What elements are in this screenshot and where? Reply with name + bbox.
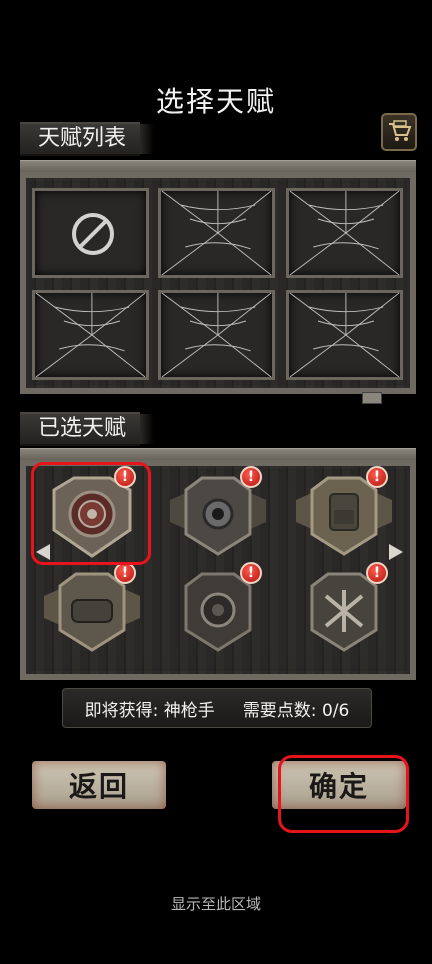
display-area-hint: 显示至此区域 xyxy=(170,895,261,913)
talent-slot-locked xyxy=(158,188,275,278)
crate-hinge xyxy=(362,392,382,404)
talent-slot-empty[interactable] xyxy=(32,188,149,278)
selected-talents-label: 已选天赋 xyxy=(20,412,155,446)
cobweb-icon xyxy=(161,293,272,377)
talent-slot-locked xyxy=(286,290,403,380)
talent-core[interactable]: ! xyxy=(170,562,266,656)
back-button[interactable]: 返回 xyxy=(32,761,166,809)
ban-icon xyxy=(72,213,114,255)
cobweb-icon xyxy=(35,293,146,377)
cobweb-icon xyxy=(289,191,400,275)
cobweb-icon xyxy=(161,191,272,275)
talent-slot-locked xyxy=(32,290,149,380)
talent-crossed-arrows[interactable]: ! xyxy=(296,562,392,656)
page-title: 选择天赋 xyxy=(155,85,276,118)
talent-list-label: 天赋列表 xyxy=(20,122,155,156)
talent-info-bar: 即将获得: 神枪手 需要点数: 0/6 xyxy=(62,688,372,728)
talent-eye[interactable]: ! xyxy=(170,466,266,560)
alert-badge: ! xyxy=(240,466,262,488)
talent-backpack[interactable]: ! xyxy=(296,466,392,560)
cobweb-icon xyxy=(289,293,400,377)
shopping-cart-icon xyxy=(389,120,412,141)
alert-badge: ! xyxy=(366,466,388,488)
alert-badge: ! xyxy=(240,562,262,584)
alert-badge: ! xyxy=(366,562,388,584)
talent-slot-locked xyxy=(158,290,275,380)
alert-badge: ! xyxy=(114,562,136,584)
shop-button[interactable] xyxy=(381,113,417,151)
talent-slot-locked xyxy=(286,188,403,278)
selected-talent-highlight xyxy=(31,462,151,565)
confirm-highlight xyxy=(278,755,409,833)
next-page-arrow[interactable] xyxy=(389,544,403,560)
gain-text: 即将获得: 神枪手 xyxy=(84,700,215,721)
points-text: 需要点数: 0/6 xyxy=(242,700,350,721)
talent-bag[interactable]: ! xyxy=(44,562,140,656)
